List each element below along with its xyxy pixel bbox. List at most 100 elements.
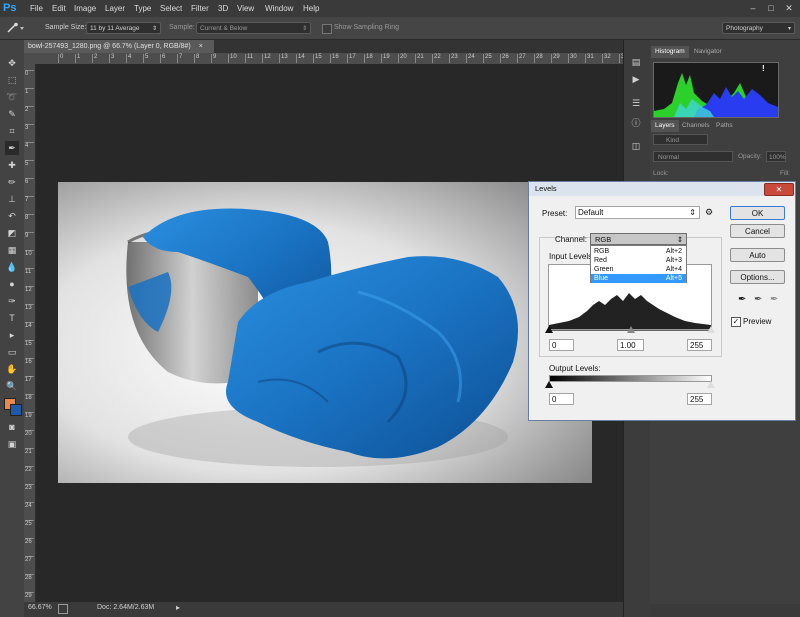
levels-close-button[interactable]: ✕	[764, 183, 794, 196]
show-ring-checkbox[interactable]	[322, 24, 332, 34]
ruler-h-tick: 9	[211, 54, 216, 63]
preset-options-gear-icon[interactable]: ⚙	[705, 207, 713, 218]
clone-stamp-tool-icon[interactable]: ⊥	[5, 192, 19, 206]
ruler-h-tick: 26	[500, 54, 509, 63]
document-image[interactable]	[58, 182, 592, 483]
ruler-v-tick: 14	[25, 322, 34, 329]
output-white-field[interactable]: 255	[687, 393, 712, 405]
black-point-eyedropper-icon[interactable]: ✒	[738, 294, 746, 305]
input-gamma-slider[interactable]	[627, 326, 635, 333]
input-white-slider[interactable]	[707, 326, 715, 333]
lasso-tool-icon[interactable]: ➰	[5, 90, 19, 104]
export-icon[interactable]	[58, 604, 68, 614]
menu-file[interactable]: File	[30, 0, 43, 17]
hand-tool-icon[interactable]: ✋	[5, 362, 19, 376]
warning-icon[interactable]: !	[762, 64, 765, 73]
ruler-h-tick: 31	[585, 54, 594, 63]
input-white-field[interactable]: 255	[687, 339, 712, 351]
document-tab[interactable]: bowl-257493_1280.png @ 66.7% (Layer 0, R…	[24, 40, 214, 53]
channel-option-green[interactable]: Green Alt+4	[591, 265, 686, 274]
ruler-h-tick: 6	[160, 54, 165, 63]
white-point-eyedropper-icon[interactable]: ✒	[770, 294, 778, 305]
status-menu-arrow-icon[interactable]: ▸	[176, 603, 180, 612]
option-name: RGB	[594, 248, 610, 255]
gray-point-eyedropper-icon[interactable]: ✒	[754, 294, 762, 305]
ruler-h-tick: 20	[398, 54, 407, 63]
menu-filter[interactable]: Filter	[191, 0, 209, 17]
channel-option-blue[interactable]: Blue Alt+5	[591, 274, 686, 283]
output-black-field[interactable]: 0	[549, 393, 574, 405]
history-panel-icon[interactable]: ▤	[629, 55, 643, 69]
output-black-slider[interactable]	[545, 381, 553, 388]
workspace-select[interactable]: Photography ▾	[722, 22, 795, 34]
ruler-v-tick: 15	[25, 340, 34, 347]
eyedropper-tool-icon[interactable]: ✒	[5, 141, 19, 155]
preview-checkbox[interactable]: ✓	[731, 317, 741, 327]
menu-select[interactable]: Select	[160, 0, 182, 17]
properties-panel-icon[interactable]: ☰	[629, 96, 643, 110]
maximize-button[interactable]: □	[763, 2, 779, 14]
history-brush-tool-icon[interactable]: ↶	[5, 209, 19, 223]
menu-3d[interactable]: 3D	[218, 0, 228, 17]
ok-button[interactable]: OK	[730, 206, 785, 220]
options-button[interactable]: Options...	[730, 270, 785, 284]
quick-mask-icon[interactable]: ◙	[5, 420, 19, 434]
auto-button[interactable]: Auto	[730, 248, 785, 262]
info-panel-icon[interactable]: ⓘ	[629, 116, 643, 130]
tab-navigator[interactable]: Navigator	[690, 46, 726, 58]
pen-tool-icon[interactable]: ✑	[5, 294, 19, 308]
input-black-field[interactable]: 0	[549, 339, 574, 351]
healing-brush-tool-icon[interactable]: ✚	[5, 158, 19, 172]
sample-size-select[interactable]: 11 by 11 Average ⇕	[86, 22, 161, 34]
close-tab-icon[interactable]: ×	[199, 43, 203, 50]
levels-title[interactable]: Levels	[529, 182, 795, 196]
type-tool-icon[interactable]: T	[5, 311, 19, 325]
adjustments-panel-icon[interactable]: ◫	[629, 139, 643, 153]
move-tool-icon[interactable]: ✥	[5, 56, 19, 70]
actions-panel-icon[interactable]: ▶	[629, 72, 643, 86]
quick-select-tool-icon[interactable]: ✎	[5, 107, 19, 121]
path-select-tool-icon[interactable]: ▸	[5, 328, 19, 342]
menu-layer[interactable]: Layer	[105, 0, 125, 17]
output-white-slider[interactable]	[707, 381, 715, 388]
background-color-swatch[interactable]	[10, 404, 22, 416]
ruler-h-tick: 16	[330, 54, 339, 63]
blur-tool-icon[interactable]: 💧	[5, 260, 19, 274]
menu-help[interactable]: Help	[303, 0, 319, 17]
preset-select[interactable]: Default ⇕	[575, 206, 700, 219]
close-window-button[interactable]: ✕	[781, 2, 797, 14]
zoom-tool-icon[interactable]: 🔍	[5, 379, 19, 393]
opacity-field[interactable]: 100%	[766, 151, 786, 162]
minimize-button[interactable]: –	[745, 2, 761, 14]
channel-select[interactable]: RGB ⇕	[590, 233, 687, 245]
channel-option-red[interactable]: Red Alt+3	[591, 256, 686, 265]
ruler-v-tick: 13	[25, 304, 34, 311]
dodge-tool-icon[interactable]: ●	[5, 277, 19, 291]
tab-histogram[interactable]: Histogram	[651, 46, 689, 58]
zoom-level[interactable]: 66.67%	[28, 604, 52, 611]
layer-filter-kind[interactable]: Kind	[653, 134, 708, 145]
tab-paths[interactable]: Paths	[712, 120, 737, 132]
menu-view[interactable]: View	[237, 0, 254, 17]
screen-mode-icon[interactable]: ▣	[5, 437, 19, 451]
tab-layers[interactable]: Layers	[651, 120, 679, 132]
sample-select[interactable]: Current & Below ⇕	[196, 22, 311, 34]
input-gamma-field[interactable]: 1.00	[617, 339, 644, 351]
menu-image[interactable]: Image	[74, 0, 96, 17]
tab-channels[interactable]: Channels	[678, 120, 713, 132]
eyedropper-tool-preset-icon[interactable]	[5, 22, 25, 34]
channel-option-rgb[interactable]: RGB Alt+2	[591, 247, 686, 256]
menu-window[interactable]: Window	[265, 0, 293, 17]
marquee-tool-icon[interactable]: ⬚	[5, 73, 19, 87]
blend-mode-select[interactable]: Normal	[653, 151, 733, 162]
menu-type[interactable]: Type	[134, 0, 151, 17]
crop-tool-icon[interactable]: ⌗	[5, 124, 19, 138]
eraser-tool-icon[interactable]: ◩	[5, 226, 19, 240]
input-black-slider[interactable]	[545, 326, 553, 333]
brush-tool-icon[interactable]: ✏	[5, 175, 19, 189]
shape-tool-icon[interactable]: ▭	[5, 345, 19, 359]
menu-edit[interactable]: Edit	[52, 0, 66, 17]
gradient-tool-icon[interactable]: ▦	[5, 243, 19, 257]
cancel-button[interactable]: Cancel	[730, 224, 785, 238]
ruler-v-tick: 0	[25, 70, 34, 77]
